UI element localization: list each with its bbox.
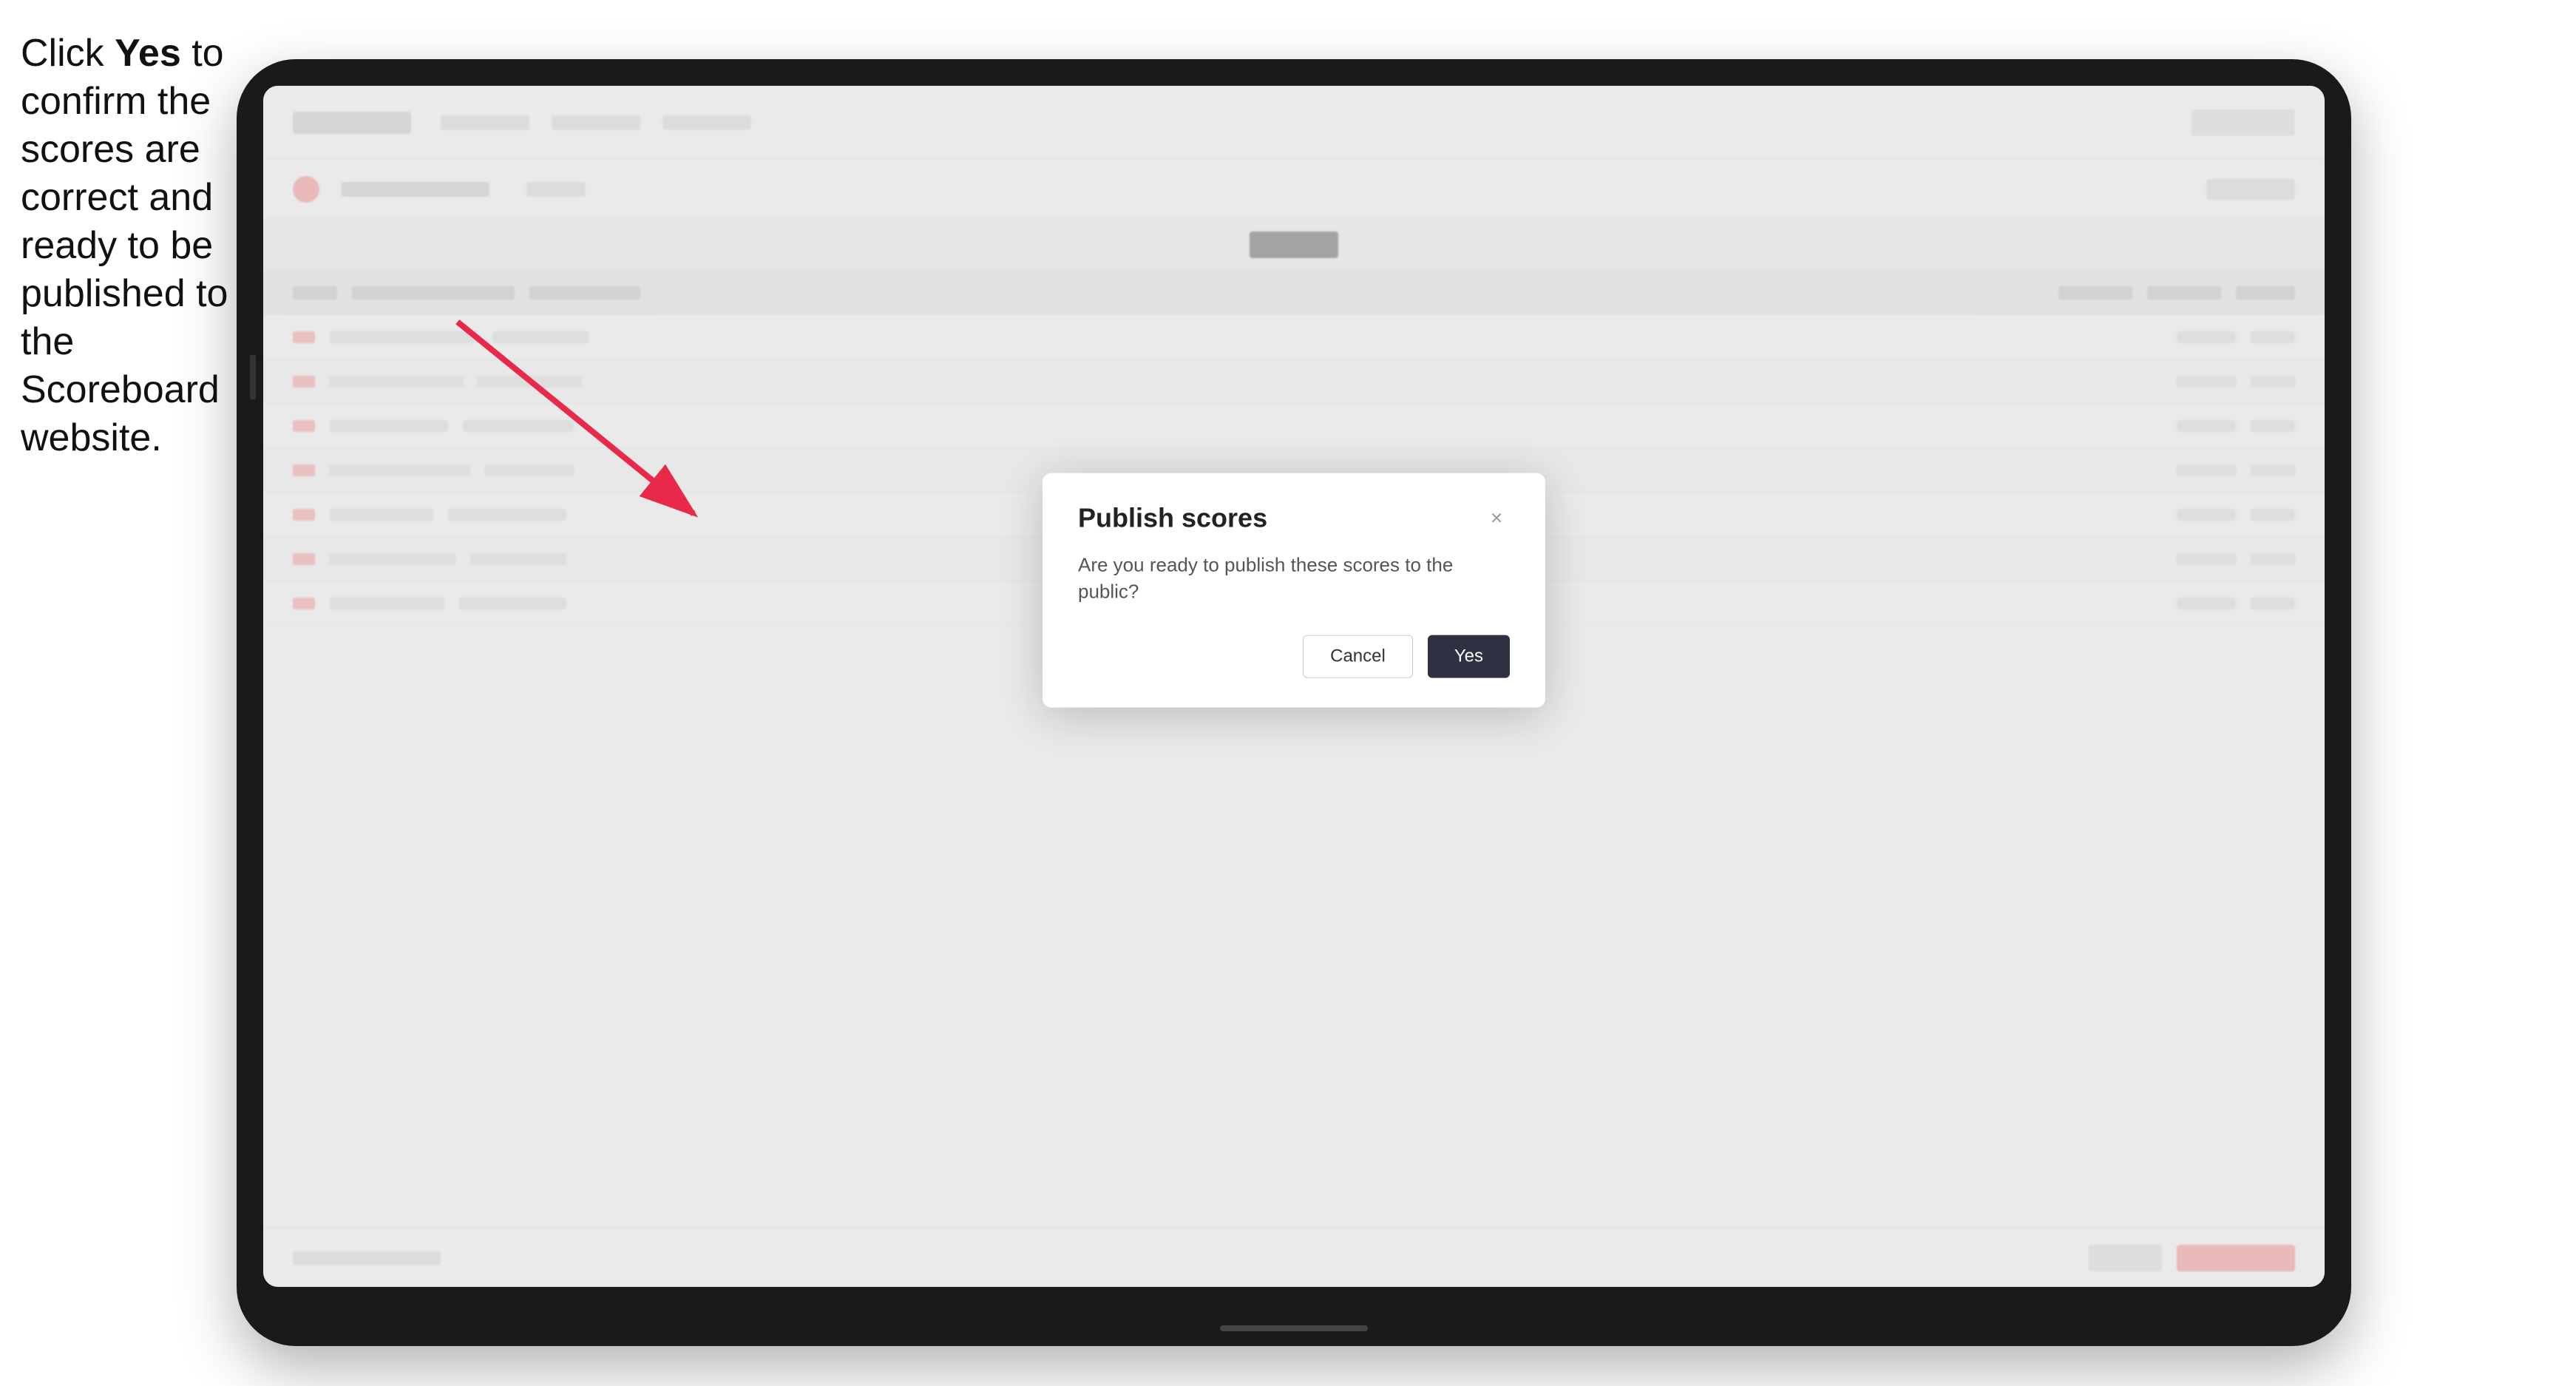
publish-dialog: Publish scores × Are you ready to publis… (1043, 473, 1545, 708)
instruction-prefix: Click (21, 32, 115, 75)
instruction-suffix: to confirm the scores are correct and re… (21, 32, 228, 459)
tablet-side-button (250, 355, 256, 399)
dialog-header: Publish scores × (1078, 503, 1510, 534)
dialog-title: Publish scores (1078, 503, 1267, 534)
dialog-close-button[interactable]: × (1483, 505, 1510, 532)
tablet-frame: Publish scores × Are you ready to publis… (237, 59, 2351, 1346)
instruction-bold: Yes (115, 32, 181, 75)
tablet-screen: Publish scores × Are you ready to publis… (263, 86, 2325, 1287)
instruction-text: Click Yes to confirm the scores are corr… (21, 30, 250, 462)
cancel-button[interactable]: Cancel (1303, 635, 1413, 677)
dialog-footer: Cancel Yes (1078, 635, 1510, 677)
dialog-body-text: Are you ready to publish these scores to… (1078, 552, 1510, 606)
tablet-home-indicator (1220, 1325, 1368, 1331)
yes-button[interactable]: Yes (1428, 635, 1510, 677)
